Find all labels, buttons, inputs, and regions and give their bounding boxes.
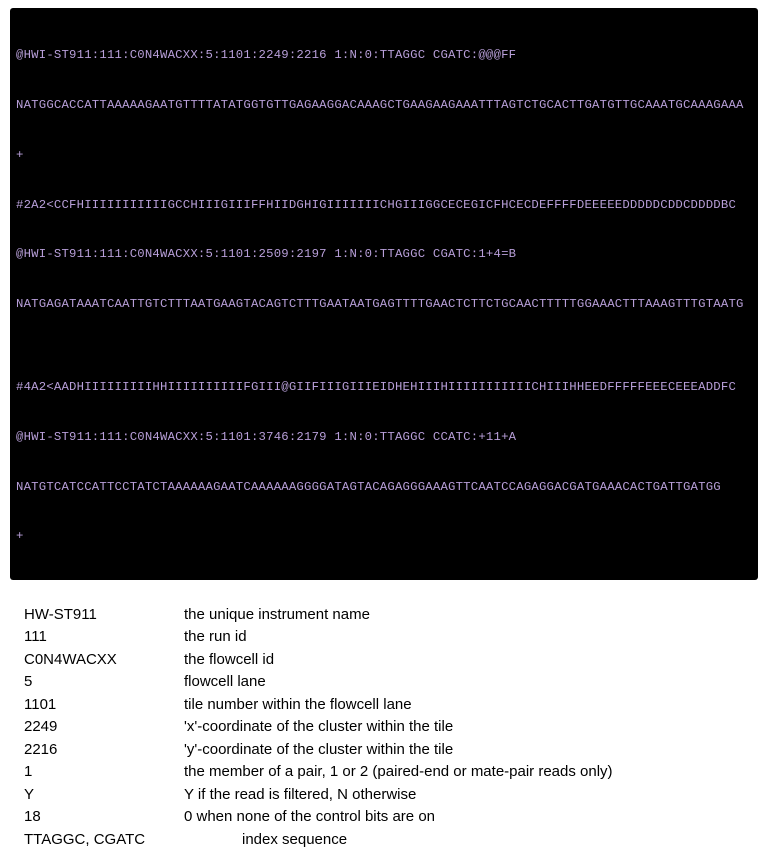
legend-row: 18 0 when none of the control bits are o… — [24, 806, 744, 829]
terminal-line: @HWI-ST911:111:C0N4WACXX:5:1101:2509:219… — [16, 246, 752, 263]
legend-row: 1101 tile number within the flowcell lan… — [24, 694, 744, 717]
legend-desc: flowcell lane — [184, 671, 744, 694]
legend-row: Y Y if the read is filtered, N otherwise — [24, 784, 744, 807]
legend-key: C0N4WACXX — [24, 649, 184, 672]
terminal-line: @HWI-ST911:111:C0N4WACXX:5:1101:2249:221… — [16, 47, 752, 64]
legend-desc: the unique instrument name — [184, 604, 744, 627]
legend-key: 1101 — [24, 694, 184, 717]
legend-key: 5 — [24, 671, 184, 694]
legend-row: 2216 'y'-coordinate of the cluster withi… — [24, 739, 744, 762]
legend-key: TTAGGC, CGATC — [24, 829, 242, 851]
legend-key: 1 — [24, 761, 184, 784]
fastq-terminal-block: @HWI-ST911:111:C0N4WACXX:5:1101:2249:221… — [10, 8, 758, 580]
legend-desc: index sequence — [242, 829, 744, 851]
legend-row: C0N4WACXX the flowcell id — [24, 649, 744, 672]
terminal-line: + — [16, 528, 752, 545]
terminal-line: NATGTCATCCATTCCTATCTAAAAAAGAATCAAAAAAGGG… — [16, 479, 752, 496]
legend-key: 111 — [24, 626, 184, 649]
legend-desc: tile number within the flowcell lane — [184, 694, 744, 717]
legend-desc: 'y'-coordinate of the cluster within the… — [184, 739, 744, 762]
legend-desc: the member of a pair, 1 or 2 (paired-end… — [184, 761, 744, 784]
legend-key: 2216 — [24, 739, 184, 762]
legend-key: Y — [24, 784, 184, 807]
legend-desc: 0 when none of the control bits are on — [184, 806, 744, 829]
terminal-line: @HWI-ST911:111:C0N4WACXX:5:1101:3746:217… — [16, 429, 752, 446]
legend-row: TTAGGC, CGATC index sequence — [24, 829, 744, 851]
legend-row: 5 flowcell lane — [24, 671, 744, 694]
legend-key: HW-ST911 — [24, 604, 184, 627]
legend-row: HW-ST911 the unique instrument name — [24, 604, 744, 627]
legend-desc: Y if the read is filtered, N otherwise — [184, 784, 744, 807]
legend-desc: the flowcell id — [184, 649, 744, 672]
legend-key: 18 — [24, 806, 184, 829]
legend-desc: the run id — [184, 626, 744, 649]
legend-desc: 'x'-coordinate of the cluster within the… — [184, 716, 744, 739]
legend-row: 2249 'x'-coordinate of the cluster withi… — [24, 716, 744, 739]
fastq-header-legend: HW-ST911 the unique instrument name 111 … — [10, 604, 758, 851]
terminal-line: #4A2<AADHIIIIIIIIIHHIIIIIIIIIIFGIII@GIIF… — [16, 379, 752, 396]
legend-row: 1 the member of a pair, 1 or 2 (paired-e… — [24, 761, 744, 784]
terminal-line: NATGAGATAAATCAATTGTCTTTAATGAAGTACAGTCTTT… — [16, 296, 752, 313]
legend-key: 2249 — [24, 716, 184, 739]
terminal-line: + — [16, 147, 752, 164]
terminal-line: NATGGCACCATTAAAAAGAATGTTTTATATGGTGTTGAGA… — [16, 97, 752, 114]
legend-row: 111 the run id — [24, 626, 744, 649]
terminal-line: #2A2<CCFHIIIIIIIIIIIGCCHIIIGIIIFFHIIDGHI… — [16, 197, 752, 214]
